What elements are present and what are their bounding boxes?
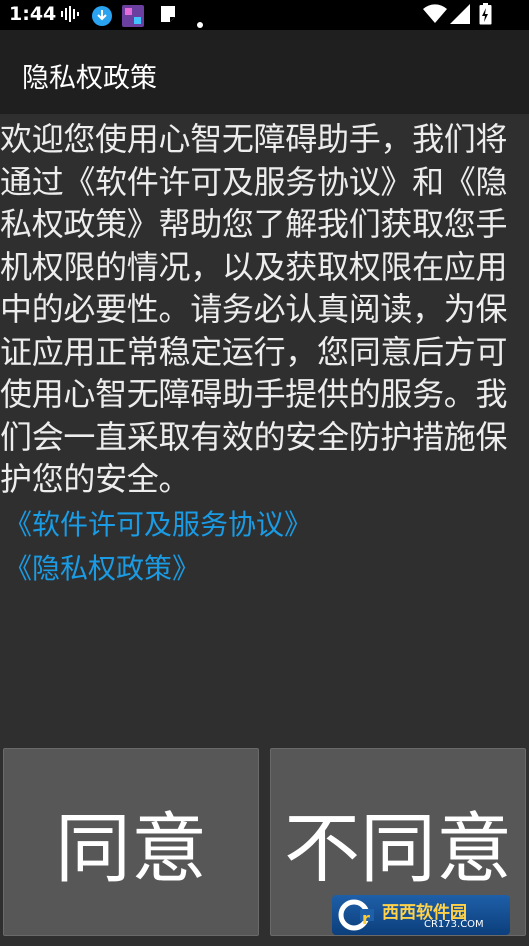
policy-content: 欢迎您使用心智无障碍助手，我们将通过《软件许可及服务协议》和《隐私权政策》帮助您… [0, 114, 529, 591]
page-title: 隐私权政策 [22, 63, 157, 94]
svg-text:r: r [362, 909, 370, 928]
app-bar: 隐私权政策 [0, 30, 529, 114]
signal-icon [450, 4, 470, 29]
status-time: 1:44 [9, 3, 57, 25]
policy-intro-text: 欢迎您使用心智无障碍助手，我们将通过《软件许可及服务协议》和《隐私权政策》帮助您… [0, 120, 508, 498]
agree-button[interactable]: 同意 [3, 748, 259, 936]
site-watermark: r 西西软件园 CR173.COM [332, 895, 510, 935]
license-agreement-link[interactable]: 《软件许可及服务协议》 [0, 503, 529, 547]
status-bar: 1:44 [0, 0, 529, 30]
download-icon [91, 5, 113, 32]
watermark-site: CR173.COM [424, 919, 484, 930]
app-thumbnail-icon [122, 5, 144, 32]
privacy-policy-link[interactable]: 《隐私权政策》 [0, 547, 529, 591]
watermark-logo-icon: r [338, 899, 378, 934]
waveform-icon [60, 5, 80, 28]
battery-charging-icon [479, 3, 492, 30]
note-icon [160, 5, 176, 28]
wifi-icon [423, 4, 447, 29]
